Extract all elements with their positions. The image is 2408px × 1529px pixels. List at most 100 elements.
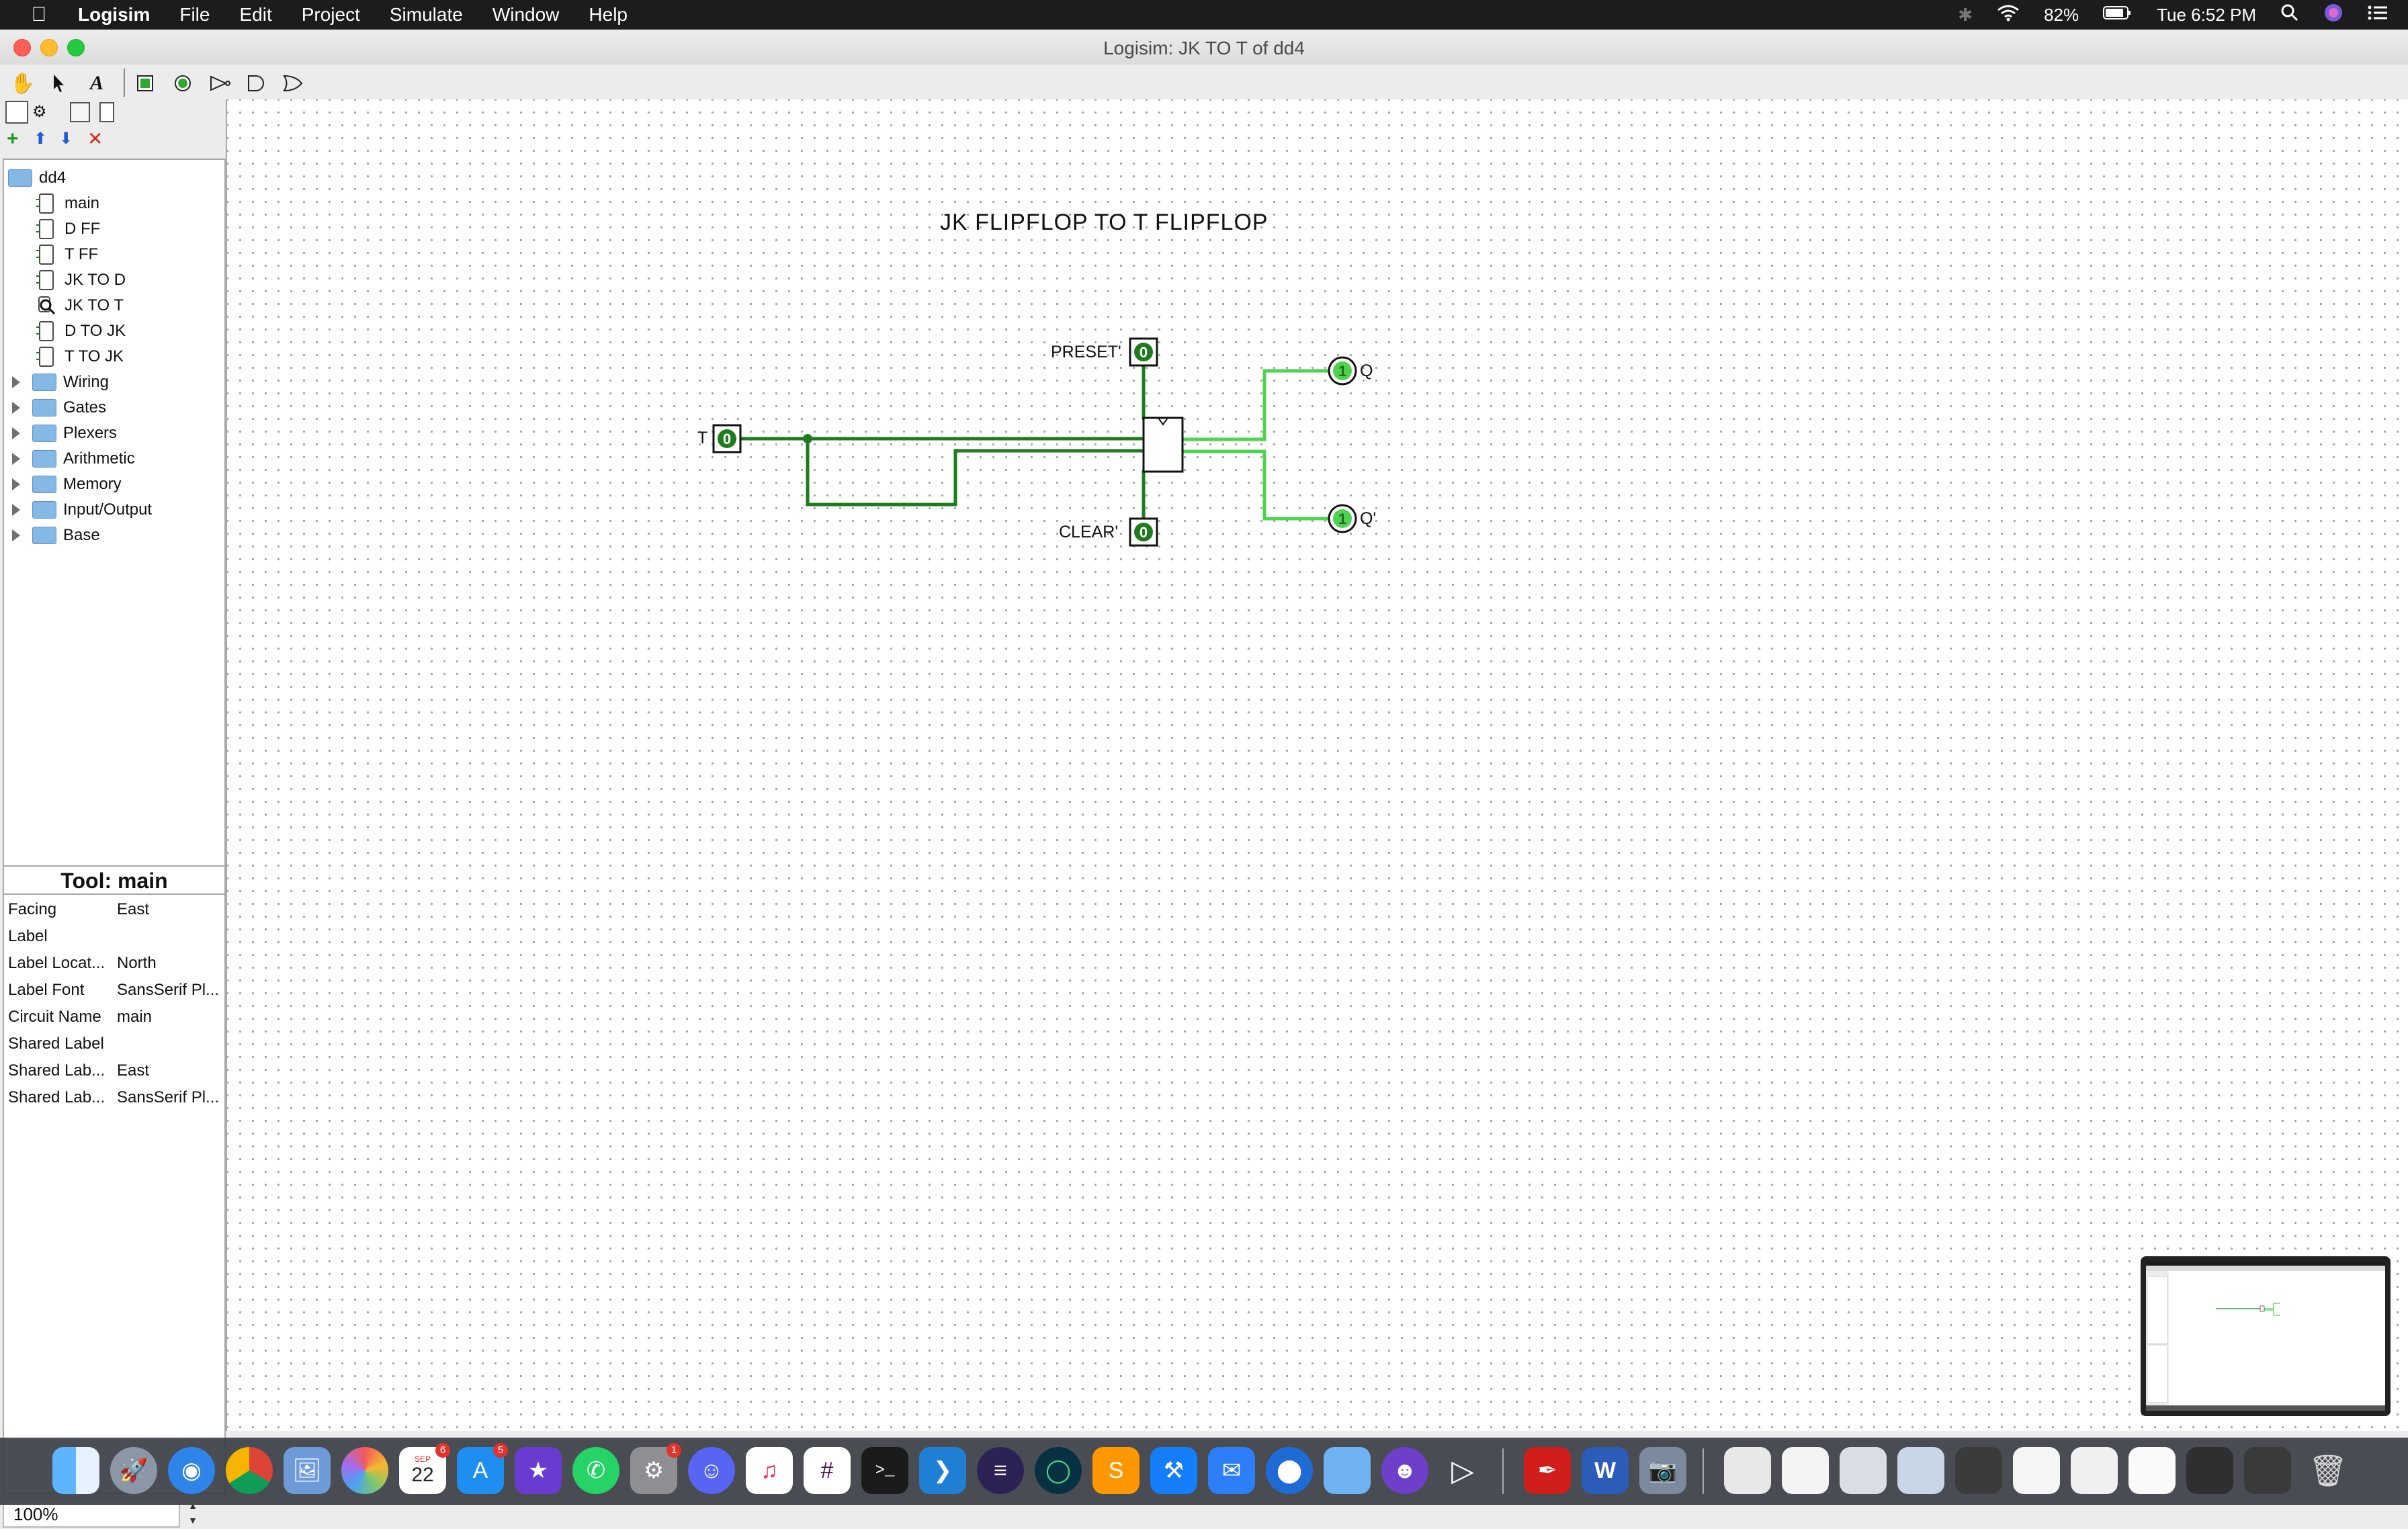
expand-arrow-icon[interactable] — [12, 478, 20, 490]
acrobat-icon[interactable]: ✒ — [1524, 1447, 1571, 1494]
tree-circuit-t-to-jk[interactable]: T TO JK — [36, 344, 124, 369]
expand-arrow-icon[interactable] — [12, 529, 20, 541]
imovie-icon[interactable]: ★ — [515, 1447, 562, 1494]
chrome-icon[interactable] — [226, 1447, 273, 1494]
photos-icon[interactable] — [341, 1447, 388, 1494]
word-icon[interactable]: W — [1582, 1447, 1629, 1494]
tree-circuit-jk-to-d[interactable]: JK TO D — [36, 267, 126, 293]
app-store-icon[interactable]: A 5 — [457, 1443, 508, 1494]
tree-library-input-output[interactable]: Input/Output — [12, 497, 152, 523]
delete-circuit-icon[interactable]: ✕ — [87, 130, 103, 148]
expand-arrow-icon[interactable] — [12, 427, 20, 439]
menu-app-name[interactable]: Logisim — [78, 4, 150, 26]
trash-icon[interactable]: 🗑 — [2305, 1447, 2352, 1494]
attribute-row[interactable]: Shared Lab... SansSerif Pl... — [8, 1084, 222, 1111]
recent-doc-6-icon[interactable] — [2071, 1447, 2118, 1494]
attribute-row[interactable]: Circuit Name main — [8, 1004, 222, 1031]
logisim-icon[interactable]: ▷ — [1439, 1447, 1486, 1494]
attribute-row[interactable]: Shared Lab... East — [8, 1057, 222, 1084]
output-pin-tool-icon[interactable] — [169, 70, 196, 97]
wifi-icon[interactable] — [1997, 4, 2020, 26]
tree-library-gates[interactable]: Gates — [12, 395, 106, 421]
clock[interactable]: Tue 6:52 PM — [2157, 5, 2256, 26]
bluetooth-icon[interactable]: ✱ — [1958, 5, 1973, 26]
vscode-icon[interactable]: ❯ — [919, 1447, 966, 1494]
slack-icon[interactable]: # — [804, 1447, 851, 1494]
or-gate-tool-icon[interactable] — [280, 70, 306, 97]
move-up-icon[interactable]: ⬆ — [34, 130, 47, 148]
menu-simulate[interactable]: Simulate — [390, 4, 463, 26]
appearance-edit-icon[interactable] — [99, 102, 114, 122]
xcode-icon[interactable]: ⚒ — [1150, 1447, 1197, 1494]
toolbox-view-icon[interactable] — [5, 101, 28, 124]
apple-icon[interactable]:  — [26, 3, 52, 26]
preview-icon[interactable]: 🖼 — [284, 1447, 331, 1494]
attribute-value[interactable]: SansSerif Pl... — [117, 1088, 222, 1107]
not-gate-tool-icon[interactable] — [207, 70, 234, 97]
layout-edit-icon[interactable] — [70, 102, 90, 122]
system-preferences-icon[interactable]: ⚙ 1 — [630, 1443, 681, 1494]
menu-edit[interactable]: Edit — [239, 4, 271, 26]
recent-doc-9-icon[interactable] — [2244, 1447, 2291, 1494]
expand-arrow-icon[interactable] — [12, 376, 20, 388]
notification-center-icon[interactable] — [2368, 5, 2388, 26]
tree-circuit-d-to-jk[interactable]: D TO JK — [36, 318, 126, 344]
select-tool-icon[interactable] — [46, 70, 73, 97]
documents-icon[interactable] — [1724, 1447, 1771, 1494]
tree-library-plexers[interactable]: Plexers — [12, 421, 117, 446]
spotlight-search-icon[interactable] — [2280, 3, 2299, 27]
siri-icon[interactable] — [2323, 3, 2344, 28]
launchpad-icon[interactable]: 🚀 — [110, 1447, 157, 1494]
recent-doc-4-icon[interactable] — [1955, 1447, 2002, 1494]
attribute-value[interactable]: SansSerif Pl... — [117, 981, 222, 1000]
jk-flipflop-subcircuit[interactable] — [1142, 417, 1184, 473]
tree-project[interactable]: dd4 — [8, 165, 66, 191]
attribute-row[interactable]: Shared Label — [8, 1031, 222, 1057]
discord-icon[interactable]: ☺ — [688, 1447, 735, 1494]
tree-circuit-d-ff[interactable]: D FF — [36, 216, 100, 242]
simulation-view-icon[interactable]: ⚙ — [32, 102, 47, 122]
tree-circuit-main[interactable]: main — [36, 191, 99, 216]
attribute-row[interactable]: Label Font SansSerif Pl... — [8, 977, 222, 1004]
screenshot-thumbnail[interactable] — [2141, 1256, 2391, 1416]
poke-tool-icon[interactable]: ✋ — [9, 70, 36, 97]
eclipse-icon[interactable]: ≡ — [977, 1447, 1024, 1494]
xcode-tools-icon[interactable]: ✉ — [1208, 1447, 1255, 1494]
circuit-canvas[interactable]: JK FLIPFLOP TO T FLIPFLOP 0 0 0 1 1 T PR… — [226, 99, 2408, 1431]
tree-library-memory[interactable]: Memory — [12, 472, 122, 497]
calendar-icon[interactable]: SEP 22 6 — [399, 1443, 450, 1494]
attribute-value[interactable]: East — [117, 900, 222, 919]
folder-icon[interactable] — [1324, 1447, 1371, 1494]
tree-library-base[interactable]: Base — [12, 523, 100, 548]
terminal-icon[interactable]: >_ — [861, 1447, 908, 1494]
recent-doc-2-icon[interactable] — [1840, 1447, 1887, 1494]
tree-library-wiring[interactable]: Wiring — [12, 369, 109, 395]
tree-circuit-t-ff[interactable]: T FF — [36, 242, 98, 267]
expand-arrow-icon[interactable] — [12, 453, 20, 465]
whatsapp-icon[interactable]: ✆ — [572, 1447, 619, 1494]
android-studio-icon[interactable]: ◯ — [1035, 1447, 1082, 1494]
recent-doc-7-icon[interactable] — [2128, 1447, 2176, 1494]
image-capture-icon[interactable]: 📷 — [1639, 1447, 1686, 1494]
finder-icon[interactable] — [52, 1447, 99, 1494]
menu-window[interactable]: Window — [492, 4, 560, 26]
recent-doc-8-icon[interactable] — [2186, 1447, 2233, 1494]
add-circuit-icon[interactable]: + — [7, 129, 19, 149]
attribute-row[interactable]: Label Locat... North — [8, 950, 222, 977]
tree-library-arithmetic[interactable]: Arithmetic — [12, 446, 135, 472]
menu-project[interactable]: Project — [302, 4, 360, 26]
move-down-icon[interactable]: ⬇ — [59, 130, 73, 148]
music-icon[interactable]: ♫ — [746, 1447, 793, 1494]
attribute-row[interactable]: Label — [8, 923, 222, 950]
attribute-value[interactable]: main — [117, 1008, 222, 1026]
recent-doc-3-icon[interactable] — [1897, 1447, 1944, 1494]
tree-circuit-jk-to-t[interactable]: JK TO T — [36, 293, 124, 318]
attribute-row[interactable]: Facing East — [8, 896, 222, 923]
attribute-value[interactable]: East — [117, 1061, 222, 1080]
menu-help[interactable]: Help — [589, 4, 628, 26]
battery-percent[interactable]: 82% — [2044, 5, 2079, 26]
recent-doc-5-icon[interactable] — [2013, 1447, 2060, 1494]
safari-icon[interactable]: ◉ — [168, 1447, 215, 1494]
expand-arrow-icon[interactable] — [12, 504, 20, 516]
recent-doc-1-icon[interactable] — [1782, 1447, 1829, 1494]
